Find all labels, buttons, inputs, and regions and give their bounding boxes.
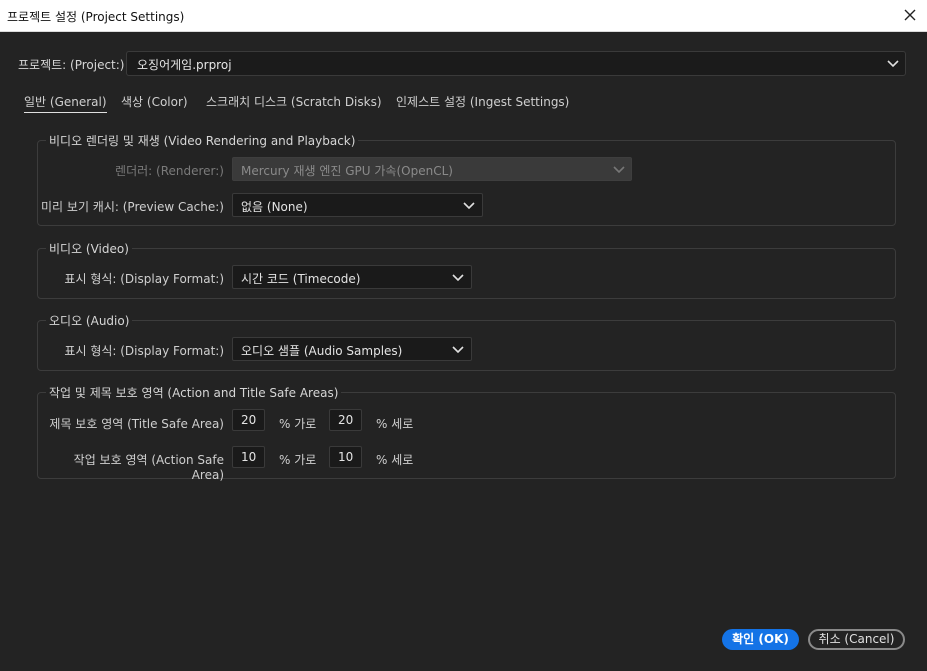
video-display-format-value: 시간 코드 (Timecode) — [241, 272, 361, 286]
title-safe-vertical-input[interactable] — [329, 409, 362, 431]
cancel-button[interactable]: 취소 (Cancel) — [808, 629, 905, 650]
tab-color[interactable]: 색상 (Color) — [121, 93, 188, 110]
audio-display-format-select[interactable]: 오디오 샘플 (Audio Samples) — [232, 337, 472, 361]
title-safe-label: 제목 보호 영역 (Title Safe Area) — [49, 417, 224, 431]
chevron-down-icon — [452, 346, 464, 354]
safe-areas-legend: 작업 및 제목 보호 영역 (Action and Title Safe Are… — [46, 384, 342, 401]
action-safe-label: 작업 보호 영역 (Action Safe Area) — [73, 453, 224, 482]
project-select[interactable]: 오징어게임.prproj — [126, 51, 906, 76]
preview-cache-value: 없음 (None) — [241, 200, 308, 214]
renderer-select: Mercury 재생 엔진 GPU 가속(OpenCL) — [232, 157, 632, 181]
project-value: 오징어게임.prproj — [137, 58, 232, 72]
renderer-label: 렌더러: (Renderer:) — [115, 164, 224, 178]
action-safe-horizontal-unit: % 가로 — [279, 453, 317, 467]
chevron-down-icon — [452, 274, 464, 282]
audio-legend: 오디오 (Audio) — [46, 312, 133, 329]
action-safe-vertical-unit: % 세로 — [376, 453, 414, 467]
chevron-down-icon — [463, 202, 475, 210]
window-title: 프로젝트 설정 (Project Settings) — [7, 10, 185, 24]
close-icon[interactable] — [901, 6, 919, 24]
action-safe-horizontal-input[interactable] — [232, 446, 265, 468]
title-bar: 프로젝트 설정 (Project Settings) — [0, 0, 927, 32]
chevron-down-icon — [887, 60, 899, 68]
video-legend: 비디오 (Video) — [46, 240, 132, 257]
video-display-format-label: 표시 형식: (Display Format:) — [64, 272, 224, 286]
tab-scratch-disks[interactable]: 스크래치 디스크 (Scratch Disks) — [206, 93, 382, 110]
title-safe-vertical-unit: % 세로 — [376, 417, 414, 431]
project-label: 프로젝트: (Project:) — [18, 58, 125, 72]
renderer-value: Mercury 재생 엔진 GPU 가속(OpenCL) — [241, 164, 453, 178]
action-safe-vertical-input[interactable] — [329, 446, 362, 468]
tab-ingest-settings[interactable]: 인제스트 설정 (Ingest Settings) — [396, 93, 569, 110]
tab-general[interactable]: 일반 (General) — [24, 93, 107, 113]
video-display-format-select[interactable]: 시간 코드 (Timecode) — [232, 265, 472, 289]
title-safe-horizontal-unit: % 가로 — [279, 417, 317, 431]
video-rendering-legend: 비디오 렌더링 및 재생 (Video Rendering and Playba… — [46, 132, 359, 149]
title-safe-horizontal-input[interactable] — [232, 409, 265, 431]
ok-button[interactable]: 확인 (OK) — [722, 629, 799, 650]
audio-display-format-value: 오디오 샘플 (Audio Samples) — [241, 344, 403, 358]
preview-cache-label: 미리 보기 캐시: (Preview Cache:) — [41, 200, 224, 214]
chevron-down-icon — [613, 166, 625, 174]
preview-cache-select[interactable]: 없음 (None) — [232, 193, 483, 217]
audio-display-format-label: 표시 형식: (Display Format:) — [64, 344, 224, 358]
